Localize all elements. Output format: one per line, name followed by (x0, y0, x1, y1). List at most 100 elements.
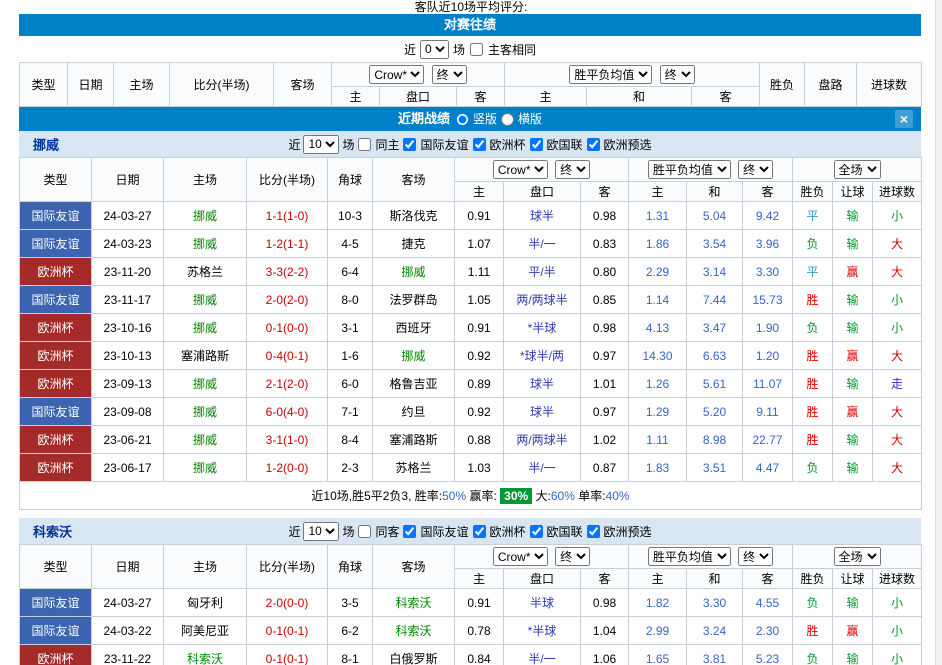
league-label: 欧国联 (547, 136, 583, 153)
away-team-cell: 挪威 (373, 258, 455, 286)
col-avg-home: 主 (629, 569, 687, 589)
col-date: 日期 (92, 158, 164, 202)
away-team-cell: 白俄罗斯 (373, 645, 455, 665)
horizontal-layout-radio[interactable] (501, 113, 514, 126)
kosovo-near-count-select[interactable]: 10 (303, 522, 339, 541)
handicap-cell: *半球 (504, 314, 581, 342)
page-scrollbar[interactable] (935, 0, 942, 665)
vertical-layout-radio[interactable] (456, 113, 469, 126)
kosovo-league-checkbox-0[interactable] (403, 525, 416, 538)
norway-league-checkbox-1[interactable] (473, 138, 486, 151)
home-team-cell: 苏格兰 (164, 258, 247, 286)
h2h-same-venue-checkbox[interactable] (470, 43, 483, 56)
kosovo-avg-final-select[interactable]: 终 (738, 547, 773, 566)
h2h-avg-select[interactable]: 胜平负均值 (569, 65, 652, 84)
kosovo-avg-select[interactable]: 胜平负均值 (648, 547, 731, 566)
score-cell: 0-1(0-1) (247, 617, 328, 645)
vertical-layout-label: 竖版 (473, 108, 497, 130)
kosovo-league-checkbox-3[interactable] (587, 525, 600, 538)
corner-cell: 3-5 (328, 589, 373, 617)
handicap-cell: 半/一 (504, 454, 581, 482)
norway-odds-company-select[interactable]: Crow* (493, 160, 548, 179)
home-team-cell: 挪威 (164, 286, 247, 314)
avg-draw-cell: 5.61 (687, 370, 743, 398)
norway-league-checkbox-0[interactable] (403, 138, 416, 151)
avg-home-cell: 1.26 (629, 370, 687, 398)
stat-text: 近10场,胜5平2负3, 胜率: (311, 489, 442, 503)
home-odds-cell: 0.92 (455, 342, 504, 370)
away-odds-cell: 1.01 (581, 370, 629, 398)
away-odds-cell: 0.97 (581, 398, 629, 426)
stat-text: 60% (551, 489, 575, 503)
close-icon[interactable]: × (895, 110, 913, 128)
corner-cell: 8-4 (328, 426, 373, 454)
league-cell: 国际友谊 (20, 286, 92, 314)
kosovo-odds-final-select[interactable]: 终 (555, 547, 590, 566)
corner-cell: 6-4 (328, 258, 373, 286)
kosovo-scope-header: 全场 (793, 545, 922, 569)
kosovo-form-table: 类型 日期 主场 比分(半场) 角球 客场 Crow* 终 胜平负均值 终 全场 (19, 544, 922, 665)
date-cell: 23-06-21 (92, 426, 164, 454)
col-away: 客场 (373, 545, 455, 589)
corner-cell: 10-3 (328, 202, 373, 230)
score-cell: 0-1(0-1) (247, 645, 328, 665)
norway-filter-controls: 近 10 场 同主 国际友谊 欧洲杯 欧国联 欧洲预选 (19, 131, 921, 157)
h2h-avg-final-select[interactable]: 终 (660, 65, 695, 84)
kosovo-odds-company-select[interactable]: Crow* (493, 547, 548, 566)
league-cell: 欧洲杯 (20, 370, 92, 398)
avg-home-cell: 1.11 (629, 426, 687, 454)
home-team-cell: 阿美尼亚 (164, 617, 247, 645)
near-label: 近 (288, 523, 300, 540)
away-team-cell: 塞浦路斯 (373, 426, 455, 454)
h2h-near-count-select[interactable]: 0 (420, 40, 449, 59)
avg-draw-cell: 7.44 (687, 286, 743, 314)
handicap-cell: 两/两球半 (504, 426, 581, 454)
date-cell: 23-11-22 (92, 645, 164, 665)
h2h-odds-company-select[interactable]: Crow* (369, 65, 424, 84)
norway-avg-select[interactable]: 胜平负均值 (648, 160, 731, 179)
kosovo-league-checkbox-1[interactable] (473, 525, 486, 538)
home-team-cell: 挪威 (164, 426, 247, 454)
handicap-result-cell: 输 (833, 230, 873, 258)
h2h-col-avg-draw: 和 (587, 87, 692, 107)
avg-home-cell: 14.30 (629, 342, 687, 370)
norway-scope-select[interactable]: 全场 (834, 160, 881, 179)
avg-home-cell: 1.29 (629, 398, 687, 426)
kosovo-scope-select[interactable]: 全场 (834, 547, 881, 566)
h2h-col-score: 比分(半场) (170, 63, 274, 107)
kosovo-league-checkbox-2[interactable] (530, 525, 543, 538)
avg-draw-cell: 3.30 (687, 589, 743, 617)
norway-league-checkbox-2[interactable] (530, 138, 543, 151)
norway-odds-company-header: Crow* 终 (455, 158, 629, 182)
goals-cell: 小 (873, 589, 922, 617)
avg-home-cell: 1.65 (629, 645, 687, 665)
norway-league-checkbox-3[interactable] (587, 138, 600, 151)
away-team-cell: 法罗群岛 (373, 286, 455, 314)
away-team-cell: 西班牙 (373, 314, 455, 342)
league-cell: 国际友谊 (20, 398, 92, 426)
avg-draw-cell: 8.98 (687, 426, 743, 454)
score-cell: 1-1(1-0) (247, 202, 328, 230)
norway-avg-final-select[interactable]: 终 (738, 160, 773, 179)
avg-away-cell: 15.73 (743, 286, 793, 314)
result-cell: 胜 (793, 426, 833, 454)
h2h-odds-final-select[interactable]: 终 (432, 65, 467, 84)
avg-home-cell: 1.14 (629, 286, 687, 314)
top-partial-text: 客队近10场平均评分: (0, 0, 942, 14)
home-odds-cell: 0.92 (455, 398, 504, 426)
handicap-result-cell: 输 (833, 589, 873, 617)
h2h-col-result: 胜负 (760, 63, 805, 107)
handicap-result-cell: 输 (833, 645, 873, 665)
norway-same-venue-checkbox[interactable] (358, 138, 371, 151)
match-row: 国际友谊23-09-08挪威6-0(4-0)7-1约旦0.92球半0.971.2… (20, 398, 922, 426)
norway-odds-final-select[interactable]: 终 (555, 160, 590, 179)
home-team-cell: 挪威 (164, 230, 247, 258)
kosovo-same-venue-checkbox[interactable] (358, 525, 371, 538)
goals-cell: 小 (873, 314, 922, 342)
result-cell: 负 (793, 314, 833, 342)
avg-away-cell: 9.42 (743, 202, 793, 230)
avg-draw-cell: 5.04 (687, 202, 743, 230)
league-cell: 国际友谊 (20, 589, 92, 617)
norway-near-count-select[interactable]: 10 (303, 135, 339, 154)
kosovo-section-bar: 科索沃 近 10 场 同客 国际友谊 欧洲杯 欧国联 欧洲预选 (19, 518, 921, 544)
